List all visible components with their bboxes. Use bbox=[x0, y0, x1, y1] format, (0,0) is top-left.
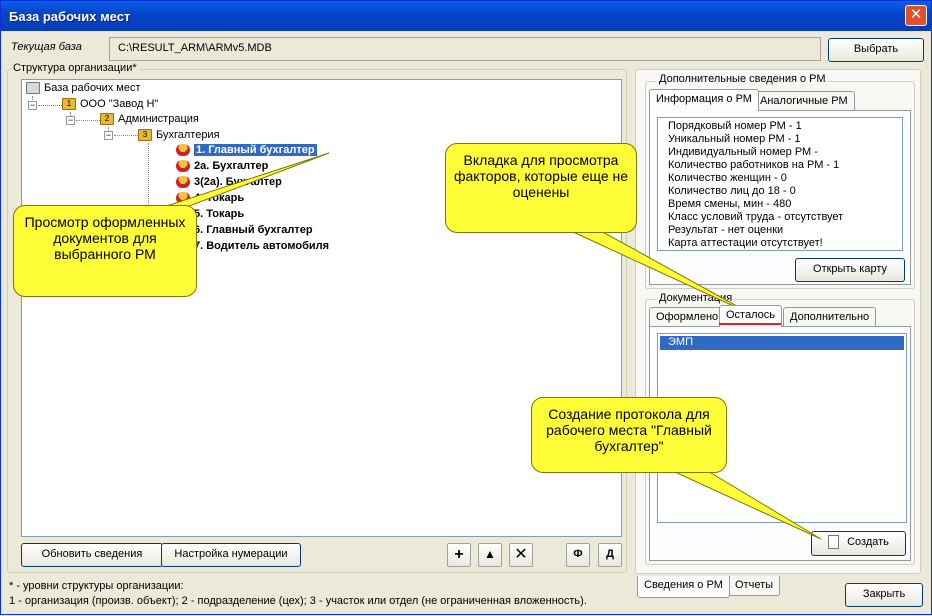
callout-pointers bbox=[150, 152, 822, 540]
callout-docs-view: Просмотр оформленных документов для выбр… bbox=[13, 205, 197, 297]
callout-tab-remaining: Вкладка для просмотра факторов, которые … bbox=[445, 143, 637, 233]
tab-rm-info[interactable]: Сведения о РМ bbox=[637, 576, 730, 598]
window: База рабочих мест ✕ Текущая база C:\RESU… bbox=[0, 0, 932, 615]
remaining-underline bbox=[719, 323, 781, 325]
pointer-docs-view bbox=[150, 152, 330, 212]
pointer-tab-remaining bbox=[570, 230, 754, 316]
callout-create-protocol: Создание протокола для рабочего места "Г… bbox=[531, 397, 727, 473]
tab-info[interactable]: Информация о РМ bbox=[649, 89, 759, 111]
